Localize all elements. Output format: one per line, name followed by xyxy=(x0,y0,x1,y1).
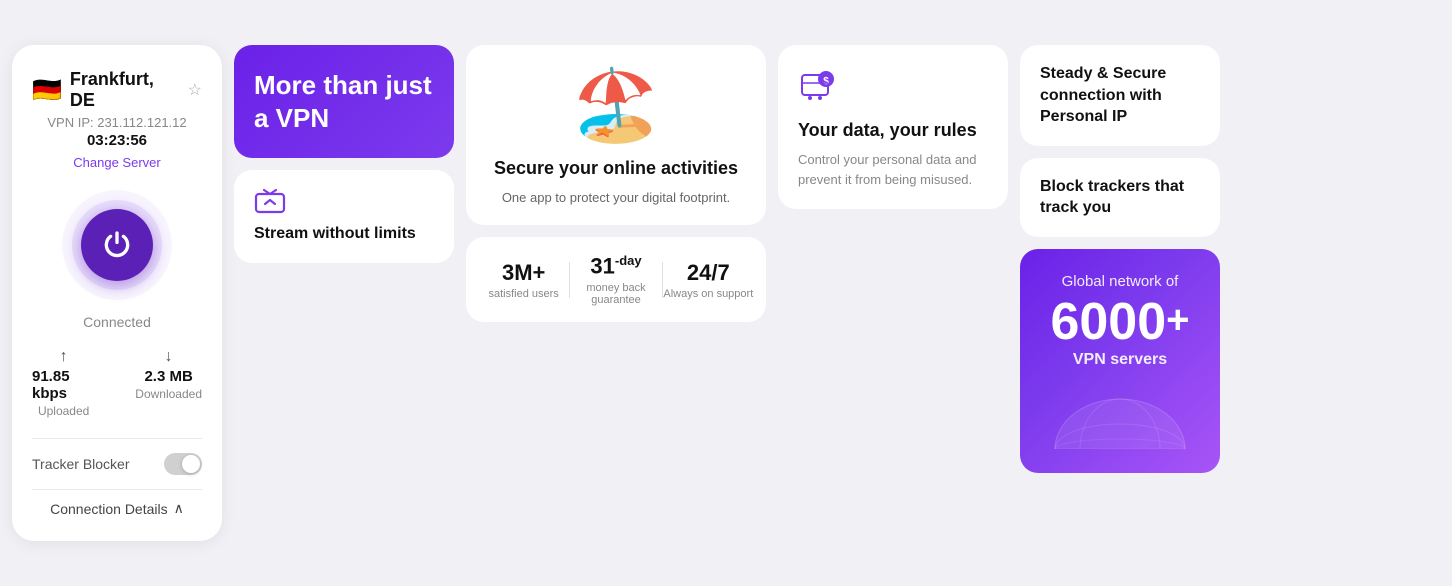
secure-title: Secure your online activities xyxy=(494,157,738,180)
stats-card: 3M+ satisfied users 31-day money back gu… xyxy=(466,237,766,321)
download-arrow-icon: ↓ xyxy=(165,348,173,366)
globe-icon xyxy=(1050,379,1190,449)
connection-details-row[interactable]: Connection Details ∧ xyxy=(50,500,184,517)
stat-support: 24/7 Always on support xyxy=(663,260,754,300)
connection-details-label: Connection Details xyxy=(50,501,168,517)
beach-emoji: 🏖️ xyxy=(572,65,659,147)
beach-card: 🏖️ Secure your online activities One app… xyxy=(466,45,766,225)
more-than-vpn-title: More than just a VPN xyxy=(254,69,434,134)
main-layout: More than just a VPN Stream without limi… xyxy=(12,45,1440,541)
chevron-up-icon: ∧ xyxy=(174,500,184,517)
stat-users-label: satisfied users xyxy=(478,288,569,300)
stat-guarantee-number: 31-day xyxy=(570,253,661,279)
stream-card: Stream without limits xyxy=(234,170,454,263)
stat-users-number: 3M+ xyxy=(478,260,569,286)
divider-1 xyxy=(32,438,202,439)
svg-text:$: $ xyxy=(823,76,829,87)
download-stat: ↓ 2.3 MB Downloaded xyxy=(135,348,202,418)
stream-icon xyxy=(254,188,286,216)
vpn-panel-column: 🇩🇪 Frankfurt, DE ☆ VPN IP: 231.112.121.1… xyxy=(12,45,222,541)
power-button[interactable] xyxy=(81,209,153,281)
connected-label: Connected xyxy=(83,314,151,330)
upload-stat: ↑ 91.85 kbps Uploaded xyxy=(32,348,95,418)
network-plus: + xyxy=(1166,298,1189,342)
column-5: Steady & Secure connection with Personal… xyxy=(1020,45,1220,473)
tracker-label: Tracker Blocker xyxy=(32,456,130,472)
network-card: Global network of 6000+ VPN servers xyxy=(1020,249,1220,473)
vpn-stats: ↑ 91.85 kbps Uploaded ↓ 2.3 MB Downloade… xyxy=(32,348,202,418)
vpn-header: 🇩🇪 Frankfurt, DE ☆ xyxy=(32,69,202,111)
steady-secure-title: Steady & Secure connection with Personal… xyxy=(1040,63,1200,128)
star-icon[interactable]: ☆ xyxy=(188,80,202,100)
download-label: Downloaded xyxy=(135,387,202,401)
divider-2 xyxy=(32,489,202,490)
data-rules-title: Your data, your rules xyxy=(798,119,988,142)
vpn-ip: VPN IP: 231.112.121.12 xyxy=(47,115,186,130)
vpn-card: 🇩🇪 Frankfurt, DE ☆ VPN IP: 231.112.121.1… xyxy=(12,45,222,541)
stream-label: Stream without limits xyxy=(254,224,416,245)
upload-arrow-icon: ↑ xyxy=(60,348,68,366)
network-number: 6000+ xyxy=(1050,294,1189,351)
column-4: $ Your data, your rules Control your per… xyxy=(778,45,1008,473)
upload-label: Uploaded xyxy=(38,404,89,418)
stat-support-label: Always on support xyxy=(663,288,754,300)
flag-icon: 🇩🇪 xyxy=(32,76,62,105)
block-trackers-title: Block trackers that track you xyxy=(1040,176,1200,219)
block-trackers-card: Block trackers that track you xyxy=(1020,158,1220,237)
download-value: 2.3 MB xyxy=(144,368,192,385)
column-2: 🏖️ Secure your online activities One app… xyxy=(466,45,766,473)
stat-guarantee: 31-day money back guarantee xyxy=(570,253,661,305)
data-rules-desc: Control your personal data and prevent i… xyxy=(798,150,988,189)
tracker-row: Tracker Blocker xyxy=(32,453,202,475)
data-rules-card: $ Your data, your rules Control your per… xyxy=(778,45,1008,209)
change-server-link[interactable]: Change Server xyxy=(73,155,160,170)
secure-subtitle: One app to protect your digital footprin… xyxy=(502,190,730,205)
stat-guarantee-label: money back guarantee xyxy=(570,282,661,306)
column-1: More than just a VPN Stream without limi… xyxy=(234,45,454,473)
cart-icon: $ xyxy=(798,65,988,111)
vpn-timer: 03:23:56 xyxy=(87,132,147,149)
vpn-location: Frankfurt, DE xyxy=(70,69,180,111)
more-than-vpn-card: More than just a VPN xyxy=(234,45,454,158)
globe-container xyxy=(1040,379,1200,449)
upload-value: 91.85 kbps xyxy=(32,368,95,402)
network-sub: VPN servers xyxy=(1073,351,1167,369)
stat-support-number: 24/7 xyxy=(663,260,754,286)
steady-secure-card: Steady & Secure connection with Personal… xyxy=(1020,45,1220,146)
stat-users: 3M+ satisfied users xyxy=(478,260,569,300)
tracker-toggle[interactable] xyxy=(164,453,202,475)
network-title: Global network of xyxy=(1062,273,1179,290)
power-ring xyxy=(62,190,172,300)
